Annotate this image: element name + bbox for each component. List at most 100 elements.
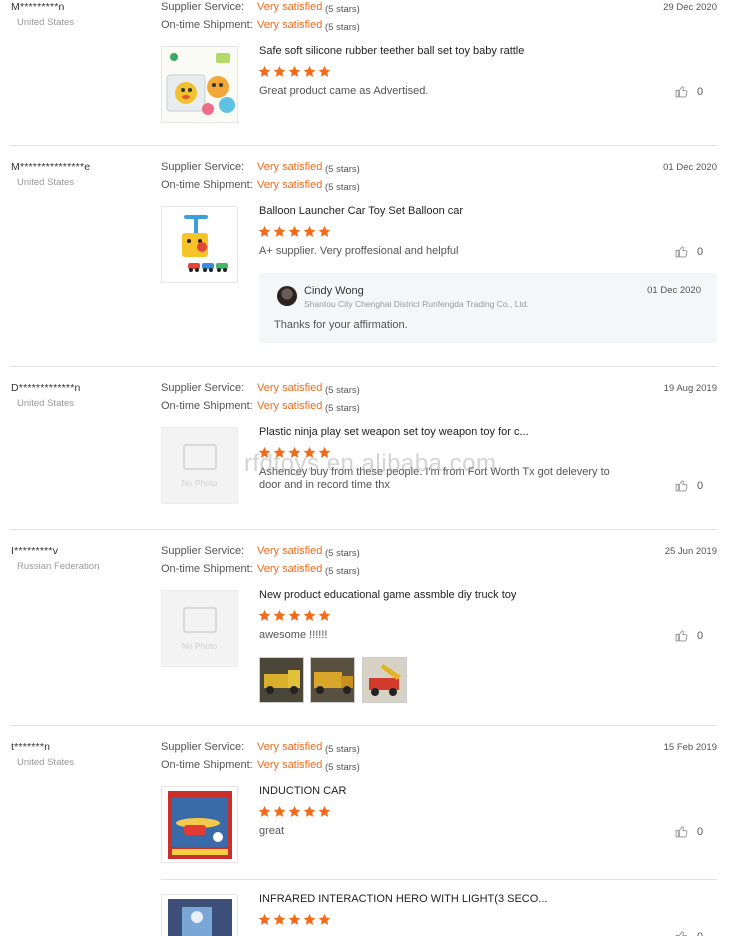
supplier-service-label: Supplier Service:: [161, 382, 245, 394]
like-count: 0: [697, 931, 703, 936]
ontime-shipment-value: Very satisfied: [257, 563, 323, 575]
thumbs-up-icon: [675, 629, 688, 642]
star-icon: [273, 805, 286, 818]
ontime-shipment-label: On-time Shipment:: [161, 400, 253, 412]
star-icon: [288, 609, 301, 622]
thumbs-up-icon: [675, 825, 688, 838]
divider: [10, 366, 717, 367]
supplier-service-label: Supplier Service:: [161, 161, 245, 173]
ontime-shipment-stars: (5 stars): [325, 22, 360, 33]
supplier-service-stars: (5 stars): [325, 548, 360, 559]
star-icon: [288, 805, 301, 818]
rating-stars: [258, 65, 331, 78]
star-icon: [303, 805, 316, 818]
divider: [10, 145, 717, 146]
review-date: 25 Jun 2019: [664, 546, 717, 557]
review-comment: A+ supplier. Very proffesional and helpf…: [259, 245, 459, 257]
review-photo[interactable]: [362, 657, 407, 703]
ontime-shipment-value: Very satisfied: [257, 400, 323, 412]
rating-stars: [258, 609, 331, 622]
like-button[interactable]: 0: [675, 245, 703, 258]
buyer-name: M***************e: [11, 161, 91, 173]
ontime-shipment-label: On-time Shipment:: [161, 179, 253, 191]
review-comment: Great product came as Advertised.: [259, 85, 429, 97]
star-icon: [258, 609, 271, 622]
divider: [10, 529, 717, 530]
supplier-service-stars: (5 stars): [325, 744, 360, 755]
image-placeholder-icon: [182, 606, 217, 633]
star-icon: [273, 609, 286, 622]
like-button[interactable]: 0: [675, 930, 703, 936]
product-title[interactable]: Plastic ninja play set weapon set toy we…: [259, 426, 529, 438]
like-count: 0: [697, 479, 704, 492]
supplier-service-value: Very satisfied: [257, 161, 323, 173]
review-photo[interactable]: [310, 657, 355, 703]
star-icon: [273, 913, 286, 926]
buyer-name: I*********v: [11, 545, 59, 557]
buyer-country: United States: [17, 398, 75, 409]
buyer-name: t*******n: [11, 741, 51, 753]
supplier-service-stars: (5 stars): [325, 164, 360, 175]
ontime-shipment-label: On-time Shipment:: [161, 563, 253, 575]
review-comment: awesome !!!!!!: [259, 629, 328, 641]
product-thumbnail[interactable]: [161, 46, 238, 123]
ontime-shipment-value: Very satisfied: [257, 759, 323, 771]
like-button[interactable]: 0: [675, 825, 703, 838]
like-count: 0: [697, 629, 704, 642]
star-icon: [258, 805, 271, 818]
supplier-service-label: Supplier Service:: [161, 545, 245, 557]
review-comment: Ashencey buy from these people. I'm from…: [259, 466, 610, 491]
ontime-shipment-label: On-time Shipment:: [161, 19, 253, 31]
ontime-shipment-label: On-time Shipment:: [161, 759, 253, 771]
product-thumbnail[interactable]: [161, 206, 238, 283]
star-icon: [288, 446, 301, 459]
star-icon: [303, 913, 316, 926]
star-icon: [318, 609, 331, 622]
supplier-service-value: Very satisfied: [257, 741, 323, 753]
buyer-name: D*************n: [11, 382, 81, 394]
reply-author: Cindy Wong: [304, 285, 364, 297]
star-icon: [258, 225, 271, 238]
supplier-service-value: Very satisfied: [257, 382, 323, 394]
star-icon: [318, 805, 331, 818]
star-icon: [318, 446, 331, 459]
star-icon: [288, 65, 301, 78]
star-icon: [303, 65, 316, 78]
review-date: 19 Aug 2019: [663, 383, 717, 394]
reply-company[interactable]: Shantou City Chenghai District Runfengda…: [304, 299, 529, 309]
star-icon: [318, 65, 331, 78]
product-title[interactable]: INFRARED INTERACTION HERO WITH LIGHT(3 S…: [259, 893, 547, 905]
ontime-shipment-value: Very satisfied: [257, 19, 323, 31]
supplier-reply: Cindy Wong Shantou City Chenghai Distric…: [259, 273, 717, 343]
star-icon: [303, 225, 316, 238]
product-thumbnail[interactable]: [161, 786, 238, 863]
product-title[interactable]: Balloon Launcher Car Toy Set Balloon car: [259, 205, 463, 217]
avatar: [277, 286, 297, 306]
ontime-shipment-stars: (5 stars): [325, 762, 360, 773]
reply-text: Thanks for your affirmation.: [274, 319, 408, 331]
rating-stars: [258, 225, 331, 238]
like-button[interactable]: 0: [675, 85, 703, 98]
like-count: 0: [697, 825, 704, 838]
like-button[interactable]: 0: [675, 479, 703, 492]
like-button[interactable]: 0: [675, 629, 703, 642]
product-thumbnail[interactable]: [161, 894, 238, 936]
star-icon: [288, 913, 301, 926]
product-title[interactable]: New product educational game assmble diy…: [259, 589, 516, 601]
ontime-shipment-value: Very satisfied: [257, 179, 323, 191]
star-icon: [258, 446, 271, 459]
supplier-service-label: Supplier Service:: [161, 741, 245, 753]
review-date: 15 Feb 2019: [663, 742, 717, 753]
ontime-shipment-stars: (5 stars): [325, 566, 360, 577]
star-icon: [273, 65, 286, 78]
review-photo[interactable]: [259, 657, 304, 703]
buyer-country: United States: [17, 177, 75, 188]
image-placeholder-icon: [182, 443, 217, 470]
product-title[interactable]: Safe soft silicone rubber teether ball s…: [259, 45, 524, 57]
review-date: 29 Dec 2020: [663, 2, 717, 13]
product-title[interactable]: INDUCTION CAR: [259, 785, 346, 797]
thumbs-up-icon: [675, 930, 688, 936]
supplier-service-stars: (5 stars): [325, 4, 360, 15]
ontime-shipment-stars: (5 stars): [325, 182, 360, 193]
reply-date: 01 Dec 2020: [647, 285, 701, 296]
